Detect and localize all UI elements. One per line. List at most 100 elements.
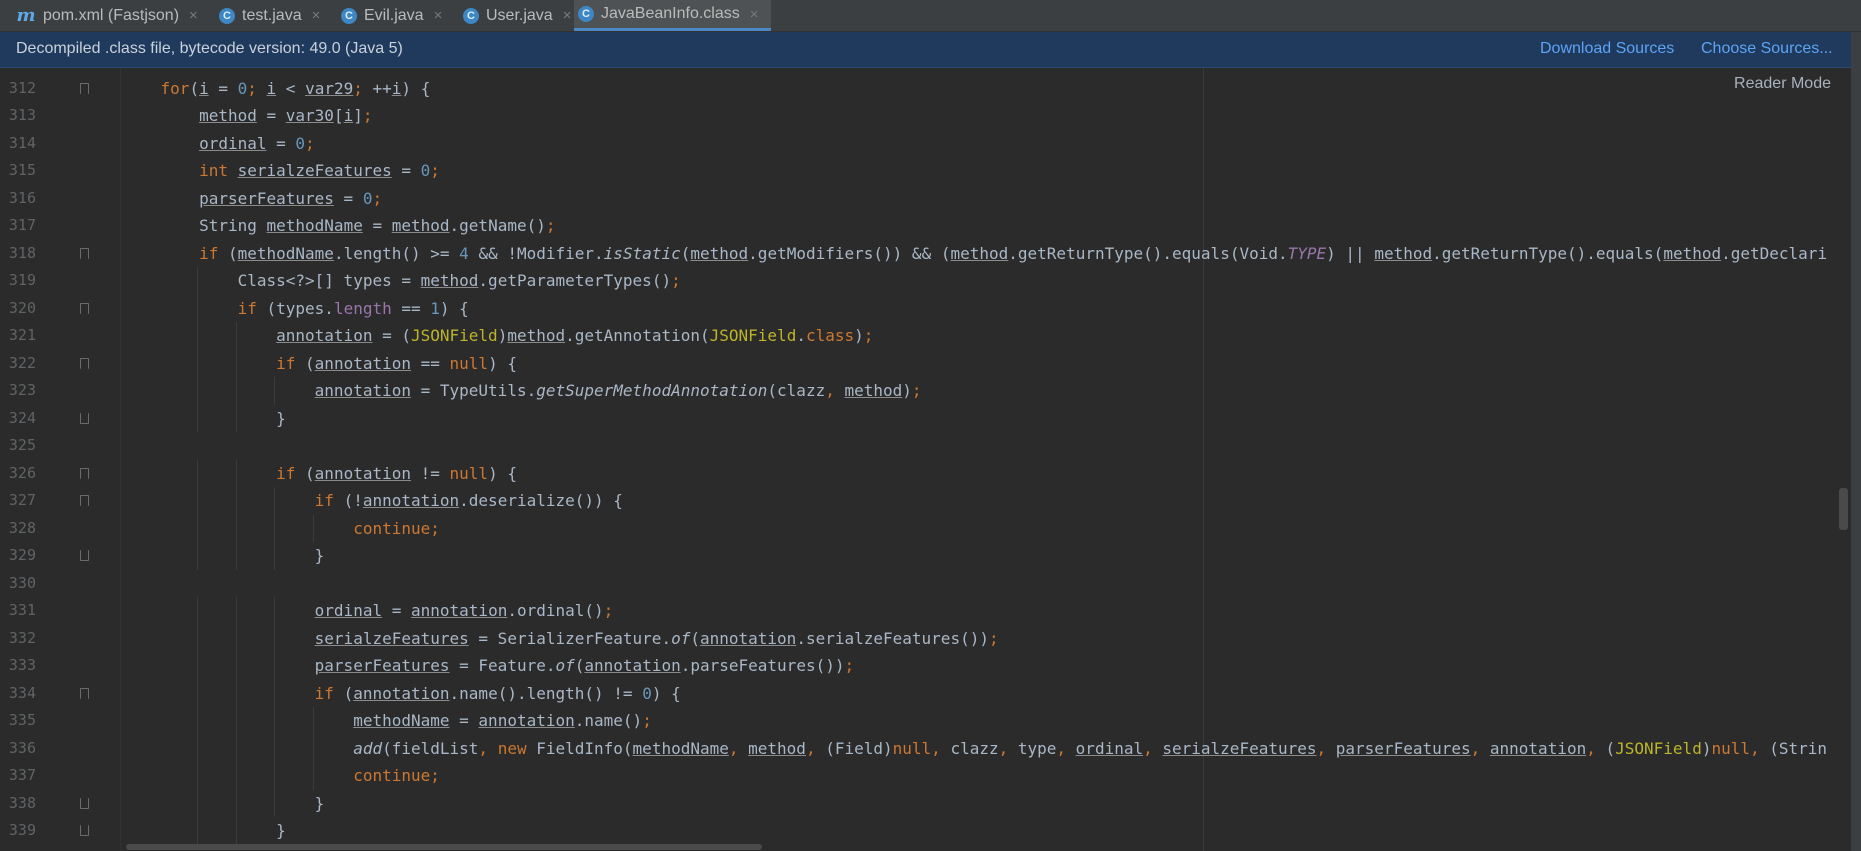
code-text[interactable]: continue; bbox=[122, 762, 440, 790]
code-text[interactable]: if (annotation == null) { bbox=[122, 350, 517, 378]
code-editor[interactable]: 311 Method method;312 for(i = 0; i < var… bbox=[0, 68, 1861, 851]
code-token: = ( bbox=[372, 326, 411, 345]
fold-marker-icon[interactable] bbox=[80, 797, 89, 809]
code-text[interactable]: if (annotation.name().length() != 0) { bbox=[122, 680, 681, 708]
fold-marker-icon[interactable] bbox=[80, 495, 89, 506]
code-text[interactable]: method = var30[i]; bbox=[122, 102, 372, 130]
code-token: , bbox=[478, 738, 498, 758]
code-text[interactable]: int serialzeFeatures = 0; bbox=[122, 157, 440, 185]
tab-user-java[interactable]: C User.java × bbox=[459, 0, 578, 31]
line-number: 334 bbox=[8, 683, 36, 702]
horizontal-scrollbar[interactable] bbox=[126, 844, 762, 850]
code-text[interactable]: ordinal = 0; bbox=[122, 130, 315, 158]
line-number: 327 bbox=[8, 491, 36, 509]
code-text[interactable]: if (methodName.length() >= 4 && !Modifie… bbox=[122, 240, 1827, 268]
code-line: 338 } bbox=[0, 789, 1861, 818]
code-token: 0 bbox=[642, 683, 652, 703]
code-text[interactable]: } bbox=[122, 542, 325, 570]
fold-marker-icon[interactable] bbox=[80, 247, 89, 259]
code-token: 0 bbox=[237, 78, 248, 98]
code-token: new bbox=[497, 738, 537, 758]
code-token: ) || bbox=[1326, 243, 1375, 263]
code-token: ) { bbox=[439, 298, 469, 318]
fold-marker-icon[interactable] bbox=[80, 687, 89, 699]
fold-marker-icon[interactable] bbox=[80, 82, 89, 94]
code-token: class bbox=[805, 326, 855, 345]
reader-mode-button[interactable]: Reader Mode bbox=[1734, 75, 1831, 93]
code-text[interactable]: if (annotation != null) { bbox=[122, 460, 517, 488]
close-icon[interactable]: × bbox=[750, 6, 759, 23]
code-text[interactable]: add(fieldList, new FieldInfo(methodName,… bbox=[122, 735, 1827, 763]
code-text[interactable]: if (!annotation.deserialize()) { bbox=[122, 487, 623, 515]
code-line: 329 } bbox=[0, 542, 1861, 570]
close-icon[interactable]: × bbox=[312, 7, 321, 24]
code-text[interactable]: serialzeFeatures = SerializerFeature.of(… bbox=[122, 625, 999, 653]
code-token: ; bbox=[247, 78, 267, 98]
fold-marker-icon[interactable] bbox=[80, 357, 89, 369]
code-token: ( bbox=[305, 463, 315, 483]
fold-marker-icon[interactable] bbox=[80, 825, 89, 836]
code-line: 318 if (methodName.length() >= 4 && !Mod… bbox=[0, 240, 1861, 268]
code-text[interactable]: annotation = (JSONField)method.getAnnota… bbox=[122, 322, 873, 350]
code-token: if bbox=[276, 353, 306, 373]
code-text[interactable]: } bbox=[122, 790, 325, 818]
code-text[interactable]: annotation = TypeUtils.getSuperMethodAnn… bbox=[122, 377, 922, 405]
code-text[interactable]: ordinal = annotation.ordinal(); bbox=[122, 597, 614, 625]
code-token: , bbox=[1750, 738, 1770, 758]
tab-javabeaninfo-class[interactable]: C JavaBeanInfo.class × bbox=[574, 0, 771, 31]
fold-marker-icon[interactable] bbox=[80, 412, 89, 424]
code-token: ; bbox=[863, 326, 874, 345]
code-token: parserFeatures bbox=[314, 656, 450, 675]
code-text[interactable]: parserFeatures = Feature.of(annotation.p… bbox=[122, 652, 854, 680]
code-token: ( bbox=[690, 628, 700, 648]
code-token: length bbox=[333, 298, 392, 318]
code-token: null bbox=[449, 463, 489, 483]
code-text[interactable]: if (types.length == 1) { bbox=[122, 295, 469, 323]
tab-pom-xml-fastjson[interactable]: m pom.xml (Fastjson) × bbox=[12, 0, 219, 31]
line-number: 318 bbox=[8, 243, 36, 262]
tab-test-java[interactable]: Ctest.java × bbox=[215, 0, 341, 31]
line-number: 322 bbox=[8, 353, 36, 372]
code-token: null bbox=[1711, 738, 1750, 758]
tab-evil-java[interactable]: C Evil.java × bbox=[337, 0, 463, 31]
close-icon[interactable]: × bbox=[434, 7, 443, 24]
code-text[interactable]: for(i = 0; i < var29; ++i) { bbox=[122, 75, 431, 103]
fold-marker-icon[interactable] bbox=[80, 467, 89, 479]
close-icon[interactable]: × bbox=[563, 7, 572, 24]
code-text[interactable]: String methodName = method.getName(); bbox=[122, 212, 555, 240]
fold-marker-icon[interactable] bbox=[80, 550, 89, 561]
code-text[interactable]: continue; bbox=[122, 515, 440, 543]
code-text[interactable]: } bbox=[122, 817, 286, 845]
code-token: ; bbox=[988, 628, 999, 648]
code-token: } bbox=[122, 408, 286, 428]
code-token: (! bbox=[343, 491, 363, 510]
code-token: ( bbox=[189, 78, 200, 98]
code-token: type bbox=[1017, 738, 1057, 758]
choose-sources-link[interactable]: Choose Sources... bbox=[1701, 40, 1833, 58]
code-token: ( bbox=[227, 243, 238, 263]
code-text[interactable]: parserFeatures = 0; bbox=[122, 185, 382, 213]
line-number: 339 bbox=[8, 821, 36, 839]
fold-marker-icon[interactable] bbox=[80, 302, 89, 314]
code-token: ( bbox=[680, 243, 691, 263]
download-sources-link[interactable]: Download Sources bbox=[1540, 40, 1674, 58]
java-class-icon: C bbox=[463, 7, 479, 24]
maven-icon: m bbox=[16, 5, 36, 26]
code-token: ; bbox=[911, 381, 922, 400]
vertical-scrollbar[interactable] bbox=[1839, 488, 1848, 530]
close-icon[interactable]: × bbox=[189, 7, 198, 24]
code-token: null bbox=[449, 353, 489, 373]
code-text[interactable]: methodName = annotation.name(); bbox=[122, 707, 652, 735]
tab-label: test.java bbox=[242, 6, 302, 24]
code-line: 314 ordinal = 0; bbox=[0, 130, 1861, 158]
code-token: } bbox=[122, 546, 325, 565]
code-token: method bbox=[420, 271, 479, 290]
code-text[interactable]: } bbox=[122, 405, 286, 433]
code-text[interactable]: Class<?>[] types = method.getParameterTy… bbox=[122, 267, 681, 295]
code-token: . bbox=[796, 326, 806, 345]
line-number: 313 bbox=[8, 106, 36, 124]
